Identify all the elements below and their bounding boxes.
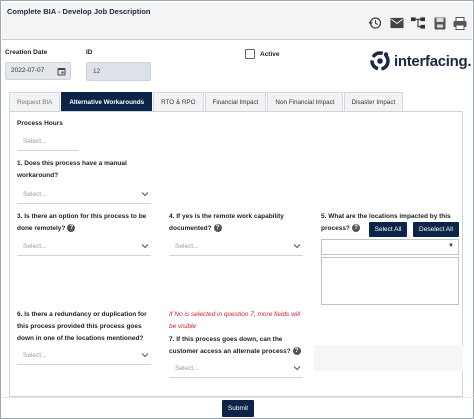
process-hours-select[interactable]: Select... bbox=[17, 133, 79, 151]
interfacing-logo-icon bbox=[370, 51, 390, 71]
q7-text: 7. If this process goes down, can the cu… bbox=[169, 336, 291, 355]
interfacing-logo: interfacing. bbox=[369, 50, 472, 72]
id-label: ID bbox=[86, 49, 93, 56]
select-placeholder: Select... bbox=[23, 138, 47, 145]
q3-select[interactable]: Select... bbox=[17, 238, 151, 256]
process-hours-label: Process Hours bbox=[17, 120, 63, 127]
q1-select[interactable]: Select... bbox=[17, 186, 151, 204]
q4-label: 4. If yes is the remote work capability … bbox=[169, 211, 294, 235]
select-all-button[interactable]: Select All bbox=[369, 222, 407, 237]
window-title: Complete BIA - Develop Job Description bbox=[7, 7, 151, 16]
q6-label: 6. Is there a redundancy or duplication … bbox=[17, 311, 147, 342]
email-icon[interactable] bbox=[390, 16, 404, 30]
chevron-down-icon bbox=[141, 242, 149, 252]
help-icon[interactable]: ? bbox=[67, 224, 76, 233]
help-icon[interactable]: ? bbox=[292, 347, 301, 356]
empty-area bbox=[314, 345, 463, 371]
workflow-icon[interactable] bbox=[411, 16, 425, 30]
locations-dropdown[interactable]: ▼ bbox=[321, 239, 459, 255]
q3-label: 3. Is there an option for this process t… bbox=[17, 211, 162, 235]
tab-alternative-workarounds[interactable]: Alternative Workarounds bbox=[61, 92, 153, 111]
title-bar: Complete BIA - Develop Job Description bbox=[2, 2, 472, 40]
submit-button[interactable]: Submit bbox=[222, 400, 254, 417]
tab-non-financial-impact[interactable]: Non Financial Impact bbox=[267, 92, 343, 111]
q4-text: 4. If yes is the remote work capability … bbox=[169, 213, 284, 232]
q7-label: 7. If this process goes down, can the cu… bbox=[169, 334, 311, 358]
active-checkbox[interactable] bbox=[245, 49, 255, 59]
help-icon[interactable]: ? bbox=[213, 224, 222, 233]
creation-date-value: 2022-07-07 bbox=[11, 67, 45, 74]
select-placeholder: Select... bbox=[23, 243, 47, 250]
history-icon[interactable] bbox=[368, 16, 382, 30]
select-placeholder: Select... bbox=[175, 365, 199, 372]
print-icon[interactable] bbox=[453, 16, 467, 30]
select-placeholder: Select... bbox=[23, 191, 47, 198]
active-label: Active bbox=[260, 51, 280, 58]
chevron-down-icon bbox=[293, 242, 301, 252]
conditional-note: If No is selected in question 7, more fi… bbox=[169, 311, 301, 330]
q3-text: 3. Is there an option for this process t… bbox=[17, 213, 147, 232]
tab-bar: Request BIA Alternative Workarounds RTO … bbox=[9, 92, 404, 111]
locations-list[interactable] bbox=[321, 257, 459, 305]
q6-select[interactable]: Select... bbox=[17, 347, 151, 365]
tab-disaster-impact[interactable]: Disaster Impact bbox=[343, 92, 404, 111]
select-placeholder: Select... bbox=[175, 243, 199, 250]
help-icon[interactable]: ? bbox=[351, 224, 360, 233]
q7-select[interactable]: Select... bbox=[169, 360, 303, 378]
tab-request-bia[interactable]: Request BIA bbox=[9, 92, 61, 111]
deselect-all-button[interactable]: Deselect All bbox=[413, 222, 459, 237]
tab-rto-rpo[interactable]: RTO & RPO bbox=[153, 92, 204, 111]
creation-date-field[interactable]: 2022-07-07 bbox=[5, 62, 71, 80]
creation-date-label: Creation Date bbox=[5, 49, 48, 56]
chevron-down-icon bbox=[293, 364, 301, 374]
tab-financial-impact[interactable]: Financial Impact bbox=[204, 92, 267, 111]
logo-text: interfacing. bbox=[394, 52, 472, 70]
app-window: Complete BIA - Develop Job Description C… bbox=[0, 0, 474, 419]
save-icon[interactable] bbox=[433, 16, 447, 30]
chevron-down-icon bbox=[141, 351, 149, 361]
q4-select[interactable]: Select... bbox=[169, 238, 303, 256]
id-field: 12 bbox=[86, 62, 151, 81]
calendar-icon[interactable] bbox=[57, 67, 66, 78]
chevron-down-icon bbox=[141, 190, 149, 200]
footer-divider bbox=[2, 397, 474, 398]
select-placeholder: Select... bbox=[23, 352, 47, 359]
caret-down-icon: ▼ bbox=[448, 243, 454, 249]
q1-label: 1. Does this process have a manual worka… bbox=[17, 160, 127, 179]
